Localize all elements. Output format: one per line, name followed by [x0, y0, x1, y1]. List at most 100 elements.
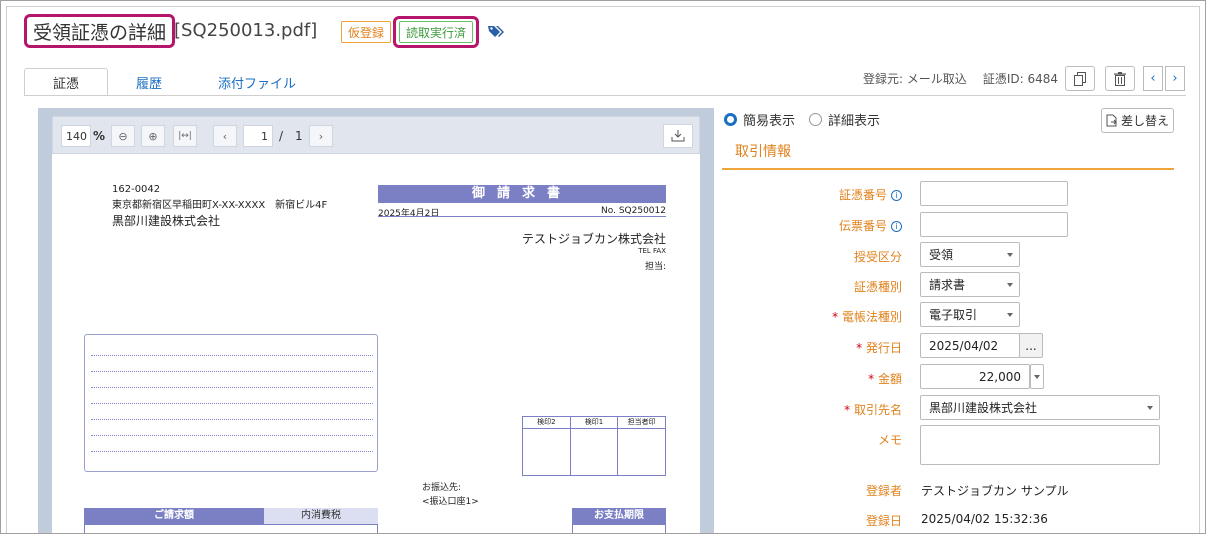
transfer-type-select[interactable]: 受領 — [920, 242, 1020, 267]
dotted-rule — [91, 419, 373, 420]
section-title: 取引情報 — [735, 144, 791, 160]
memo-label: メモ — [877, 433, 902, 447]
caret-down-icon — [1007, 313, 1013, 317]
delete-button[interactable] — [1105, 66, 1135, 91]
dotted-rule — [91, 387, 373, 388]
date-picker-button[interactable]: ... — [1019, 333, 1043, 358]
pdf-viewer: 140 % ⊖ ⊕ |↔| ‹ 1 / 1 › 162-0042 東京都新宿区早… — [38, 108, 714, 534]
tags-icon[interactable] — [487, 24, 505, 40]
invoice-issuer: テストジョブカン株式会社 — [521, 232, 666, 246]
copy-button[interactable] — [1065, 66, 1095, 91]
zoom-unit: % — [93, 129, 106, 143]
tab-attachments[interactable]: 添付ファイル — [190, 68, 324, 96]
caret-down-icon — [1147, 406, 1153, 410]
invoice-postal: 162-0042 — [112, 184, 161, 195]
replace-button-label: 差し替え — [1120, 114, 1169, 128]
transfer-label: お振込先: — [422, 483, 462, 493]
doc-number-label: 証憑番号 i — [839, 186, 902, 203]
transfer-type-label: 授受区分 — [853, 250, 902, 264]
zoom-out-button[interactable]: ⊖ — [111, 125, 135, 147]
invoice-tel-fax: TEL FAX — [638, 247, 666, 255]
amount-dropdown-button[interactable] — [1030, 364, 1044, 389]
previous-document-button[interactable]: ‹ — [1143, 66, 1163, 91]
doc-type-select[interactable]: 請求書 — [920, 272, 1020, 297]
zoom-input[interactable]: 140 — [61, 125, 91, 147]
replace-file-button[interactable]: 差し替え — [1101, 108, 1174, 133]
registration-source: 登録元: メール取込 — [862, 72, 967, 86]
dotted-rule — [91, 355, 373, 356]
trash-icon — [1114, 71, 1126, 86]
fit-width-icon: |↔| — [178, 131, 192, 141]
invoice-contact: 担当: — [644, 262, 666, 272]
view-detail-label[interactable]: 詳細表示 — [828, 110, 880, 129]
status-badge-ocr-highlight: 読取実行済 — [393, 16, 479, 48]
document-id: 証憑ID: 6484 — [982, 72, 1058, 86]
copy-icon — [1074, 71, 1086, 86]
invoice-memo-box — [84, 334, 378, 472]
tab-history[interactable]: 履歴 — [108, 68, 190, 96]
next-page-button[interactable]: › — [309, 125, 333, 147]
dotted-rule — [91, 403, 373, 404]
approval-stamp-table: 検印2 検印1 担当者印 — [522, 416, 666, 476]
due-date-header: お支払期限 — [572, 508, 666, 524]
info-icon[interactable]: i — [891, 190, 902, 201]
invoice-date: 2025年4月2日 — [378, 209, 440, 219]
stamp-column: 検印2 — [523, 417, 571, 475]
view-detail-radio[interactable] — [809, 113, 823, 126]
page-title: 受領証憑の詳細 — [24, 14, 176, 48]
info-icon[interactable]: i — [891, 221, 902, 232]
invoice-title-underline — [378, 216, 666, 217]
transfer-account: <振込口座1> — [422, 497, 479, 507]
page-total: 1 — [295, 129, 303, 143]
zoom-in-button[interactable]: ⊕ — [141, 125, 165, 147]
tab-document[interactable]: 証憑 — [24, 68, 109, 96]
view-simple-radio[interactable] — [724, 113, 737, 126]
download-icon — [671, 130, 685, 142]
caret-down-icon — [1007, 283, 1013, 287]
zoom-in-icon: ⊕ — [148, 129, 158, 143]
dotted-rule — [91, 371, 373, 372]
caret-down-icon — [1034, 375, 1040, 379]
registered-at-value: 2025/04/02 15:32:36 — [921, 512, 1048, 526]
zoom-out-icon: ⊖ — [118, 129, 128, 143]
page-separator: / — [279, 129, 284, 143]
page-number-input[interactable]: 1 — [243, 125, 273, 147]
slip-number-input[interactable] — [920, 212, 1068, 237]
download-button[interactable] — [663, 124, 693, 148]
tax-header: 内消費税 — [264, 508, 378, 524]
invoice-address: 東京都新宿区早稲田町X-XX-XXXX 新宿ビル4F — [112, 200, 328, 211]
chevron-left-icon: ‹ — [1150, 71, 1156, 86]
due-date-cell — [572, 524, 666, 534]
next-document-button[interactable]: › — [1165, 66, 1185, 91]
chevron-right-icon: › — [318, 129, 324, 143]
caret-down-icon — [1007, 253, 1013, 257]
stamp-header: 担当者印 — [618, 417, 666, 429]
tab-divider — [24, 95, 1186, 96]
prev-page-button[interactable]: ‹ — [213, 125, 237, 147]
doc-number-input[interactable] — [920, 181, 1068, 206]
stamp-column: 担当者印 — [618, 417, 666, 475]
amount-label: * 金額 — [868, 372, 902, 386]
partner-label: * 取引先名 — [844, 403, 902, 417]
registered-at-label: 登録日 — [865, 514, 902, 528]
invoice-number: No. SQ250012 — [601, 206, 666, 216]
issue-date-label: * 発行日 — [856, 341, 902, 355]
issue-date-input[interactable]: 2025/04/02 — [920, 333, 1020, 358]
stamp-column: 検印1 — [570, 417, 619, 475]
memo-textarea[interactable] — [920, 425, 1160, 465]
stamp-header: 検印1 — [570, 417, 618, 429]
registrant-value: テストジョブカン サンプル — [921, 484, 1069, 498]
ebook-type-select[interactable]: 電子取引 — [920, 302, 1020, 327]
partner-select[interactable]: 黒部川建設株式会社 — [920, 395, 1160, 420]
pdf-page: 162-0042 東京都新宿区早稲田町X-XX-XXXX 新宿ビル4F 黒部川建… — [52, 154, 700, 534]
file-name: [SQ250013.pdf] — [174, 20, 318, 41]
chevron-right-icon: › — [1172, 71, 1178, 86]
dotted-rule — [91, 451, 373, 452]
amount-input[interactable]: 22,000 — [920, 364, 1030, 389]
invoice-title: 御請求書 — [378, 185, 666, 203]
billing-amount-cell — [84, 524, 378, 534]
ebook-type-label: * 電帳法種別 — [832, 310, 902, 324]
doc-type-label: 証憑種別 — [853, 280, 902, 294]
view-simple-label[interactable]: 簡易表示 — [743, 110, 795, 129]
fit-width-button[interactable]: |↔| — [173, 125, 197, 147]
